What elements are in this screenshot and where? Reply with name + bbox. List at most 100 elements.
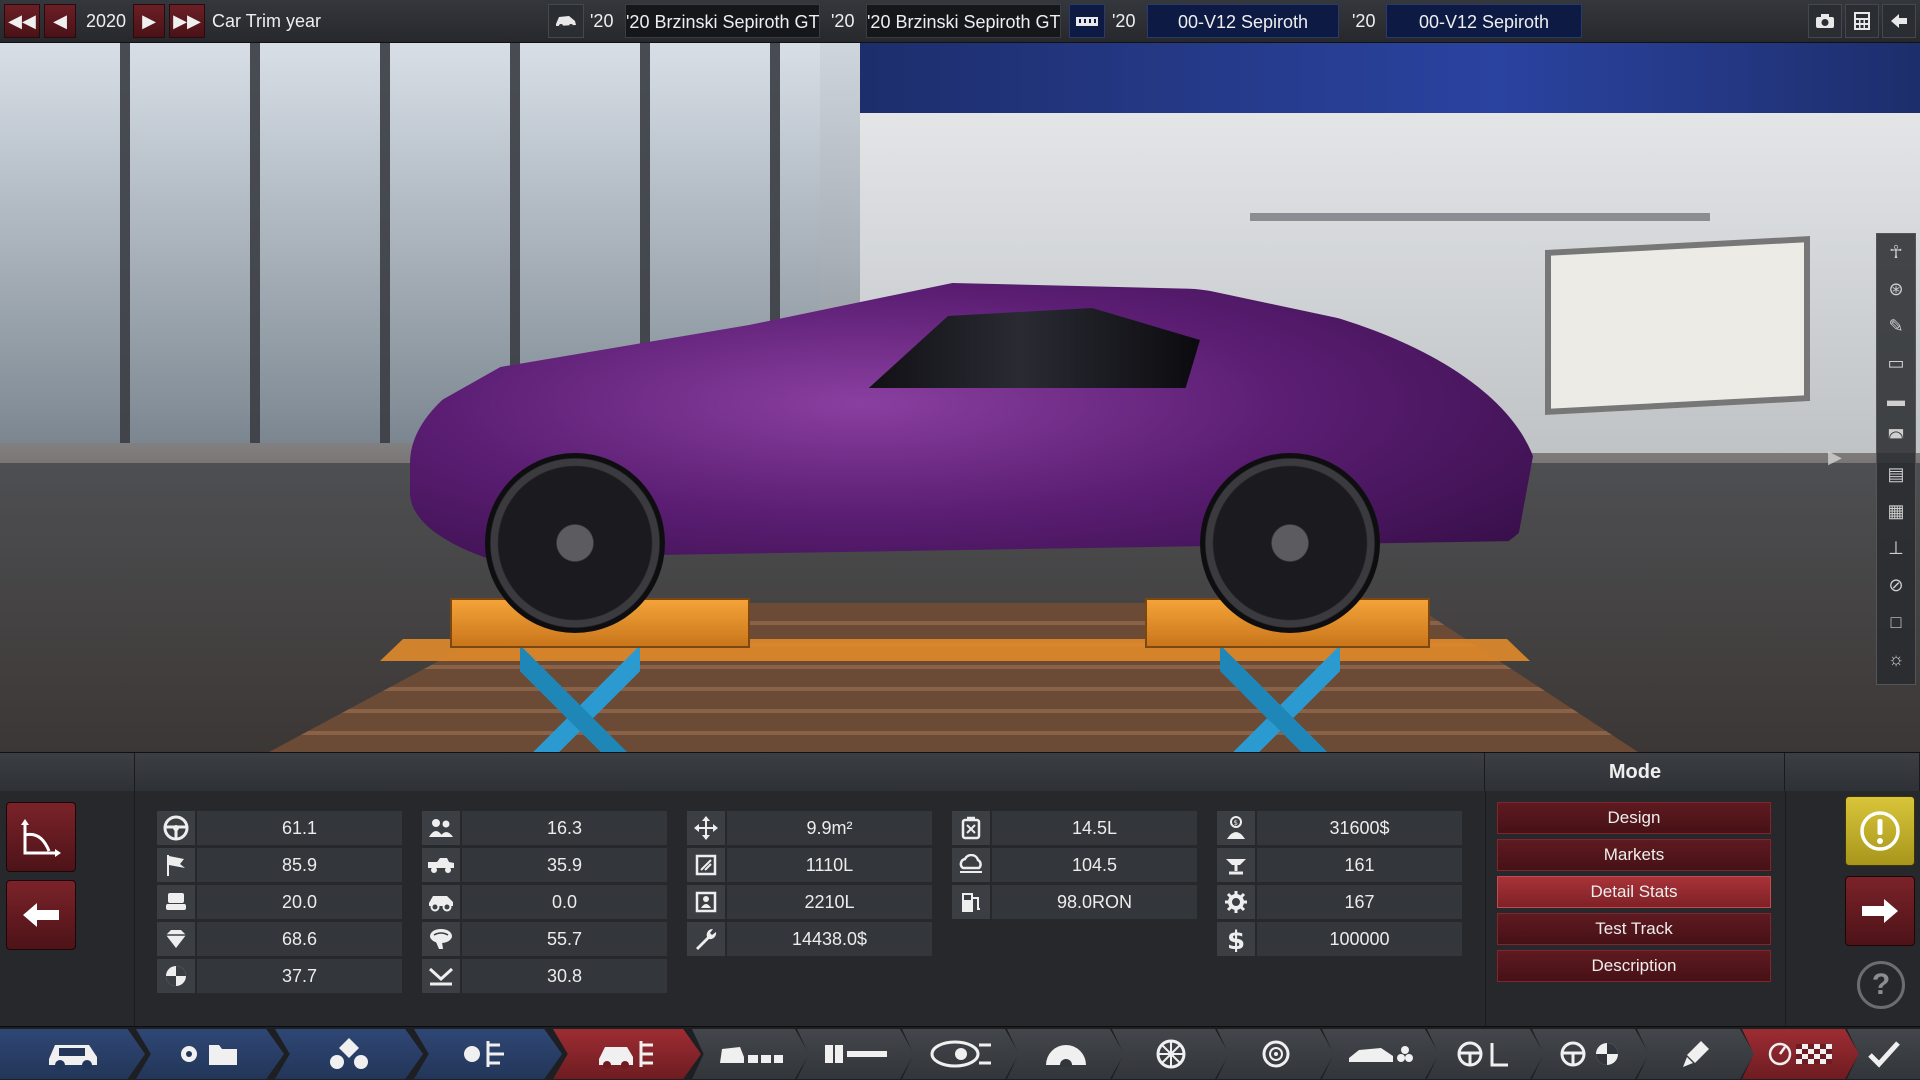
stat-value: 14.5L <box>992 811 1197 845</box>
car-viewport[interactable]: ▶ ☥ ⊛ ✎ ▭ ▬ ◚ ▤ ▦ ⊥ ⊘ □ ☼ <box>0 43 1920 752</box>
svg-text:$: $ <box>1234 819 1238 827</box>
next-button[interactable] <box>1845 876 1915 946</box>
left-arrow-icon <box>23 903 59 927</box>
nav-engine-fixture[interactable] <box>414 1029 562 1079</box>
seats-icon <box>719 1047 783 1063</box>
stat-value: 9.9m² <box>727 811 932 845</box>
emissions-cloud-icon <box>952 848 992 882</box>
body-view-icon[interactable]: ▬ <box>1877 382 1915 419</box>
nav-interior[interactable] <box>692 1029 809 1079</box>
model-selector-button[interactable] <box>548 4 584 38</box>
no-background-icon[interactable]: ⊘ <box>1877 567 1915 604</box>
front-wheel <box>485 453 665 633</box>
stat-value: 20.0 <box>197 885 402 919</box>
nav-lights[interactable] <box>902 1029 1019 1079</box>
scissor-lift-front <box>520 648 640 752</box>
nav-brakes[interactable] <box>1217 1029 1334 1079</box>
right-controls: ? <box>1785 791 1920 1027</box>
stat-value: 100000 <box>1257 922 1462 956</box>
top-bar: ◀◀ ◀ 2020 ▶ ▶▶ Car Trim year '20 '20 Brz… <box>0 0 1920 43</box>
stat-production-units: 161 <box>1217 848 1462 882</box>
nav-wheels[interactable] <box>1112 1029 1229 1079</box>
brake-disc-icon <box>1262 1040 1289 1068</box>
wheel-icon <box>1156 1039 1185 1069</box>
nav-car-models[interactable] <box>0 1029 145 1079</box>
stat-value: 2210L <box>727 885 932 919</box>
nav-aero[interactable] <box>1007 1029 1124 1079</box>
year-fast-back-button[interactable]: ◀◀ <box>4 4 40 38</box>
stat-value: 61.1 <box>197 811 402 845</box>
trim-year: '20 <box>831 11 855 31</box>
nav-gearing[interactable] <box>1532 1029 1649 1079</box>
paint-icon[interactable]: ✎ <box>1877 308 1915 345</box>
nav-paint[interactable] <box>1322 1029 1439 1079</box>
driver-toggle-icon[interactable]: ☥ <box>1877 234 1915 271</box>
mode-markets-button[interactable]: Markets <box>1497 839 1771 871</box>
year-forward-button[interactable]: ▶ <box>133 4 165 38</box>
camera-angle-button[interactable] <box>6 802 76 872</box>
mode-description-button[interactable]: Description <box>1497 950 1771 982</box>
stat-value: 85.9 <box>197 848 402 882</box>
interior-icon[interactable]: ▤ <box>1877 456 1915 493</box>
wheel-view-icon[interactable]: ⊛ <box>1877 271 1915 308</box>
car-paint-icon <box>1348 1046 1413 1062</box>
stat-value: 0.0 <box>462 885 667 919</box>
stat-value: 55.7 <box>462 922 667 956</box>
stat-price: $31600$ <box>1217 811 1462 845</box>
nav-testing[interactable] <box>1742 1029 1859 1079</box>
car-parts-icon <box>599 1041 653 1069</box>
calculator-icon <box>1854 12 1870 30</box>
exit-button[interactable] <box>1882 4 1916 38</box>
steering-balance-icon <box>1560 1041 1618 1067</box>
screenshot-button[interactable] <box>1808 4 1842 38</box>
stat-value: 161 <box>1257 848 1462 882</box>
warnings-button[interactable] <box>1845 796 1915 866</box>
stats-header <box>135 753 1485 791</box>
year-value: 2020 <box>86 11 127 31</box>
checkmark-icon <box>1867 1041 1900 1068</box>
engine-selector-button[interactable] <box>1069 4 1105 38</box>
design-board <box>1545 236 1810 415</box>
expand-toolbar-arrow-icon[interactable]: ▶ <box>1828 447 1856 471</box>
wall-banner <box>860 43 1920 113</box>
axis-angle-icon <box>21 819 61 857</box>
year-back-button[interactable]: ◀ <box>44 4 76 38</box>
scissor-lift-rear <box>1220 648 1340 752</box>
designer-navigation <box>0 1026 1920 1080</box>
variant-name-field[interactable]: 00-V12 Sepiroth <box>1386 4 1582 38</box>
year-fast-forward-button[interactable]: ▶▶ <box>169 4 205 38</box>
nav-engineering[interactable] <box>275 1029 423 1079</box>
lift-toggle-icon[interactable]: ⊥ <box>1877 530 1915 567</box>
chassis-view-icon[interactable]: ▭ <box>1877 345 1915 382</box>
stat-prestige: 68.6 <box>157 922 402 956</box>
back-button[interactable] <box>6 880 76 950</box>
engine-name-field[interactable]: 00-V12 Sepiroth <box>1147 4 1339 38</box>
nav-body-design[interactable] <box>553 1029 701 1079</box>
light-bulb-icon[interactable]: ☼ <box>1877 641 1915 678</box>
nav-fixtures[interactable] <box>797 1029 914 1079</box>
view-options-toolbar: ☥ ⊛ ✎ ▭ ▬ ◚ ▤ ▦ ⊥ ⊘ □ ☼ <box>1876 233 1916 685</box>
nav-suspension-tuning[interactable] <box>1427 1029 1544 1079</box>
pie-chart-icon <box>157 959 197 993</box>
double-left-arrow-icon: ◀◀ <box>8 10 36 31</box>
calculator-button[interactable] <box>1845 4 1879 38</box>
mode-detail-stats-button[interactable]: Detail Stats <box>1497 876 1771 908</box>
help-button[interactable]: ? <box>1857 961 1905 1009</box>
downforce-icon <box>422 959 462 993</box>
dollar-icon: $ <box>1217 922 1257 956</box>
left-arrow-icon: ◀ <box>53 10 67 31</box>
rear-wheel <box>1200 453 1380 633</box>
model-name-field[interactable]: '20 Brzinski Sepiroth GT <box>625 4 820 38</box>
stat-emissions: 104.5 <box>952 848 1197 882</box>
exclamation-icon <box>1860 811 1900 851</box>
car-shell-icon[interactable]: ◚ <box>1877 419 1915 456</box>
engine-view-icon[interactable]: ▦ <box>1877 493 1915 530</box>
stat-value: 14438.0$ <box>727 922 932 956</box>
mode-test-track-button[interactable]: Test Track <box>1497 913 1771 945</box>
mode-design-button[interactable]: Design <box>1497 802 1771 834</box>
double-right-arrow-icon: ▶▶ <box>173 10 201 31</box>
nav-chassis-body[interactable] <box>136 1029 284 1079</box>
nav-design-tweaks[interactable] <box>1637 1029 1754 1079</box>
frame-icon[interactable]: □ <box>1877 604 1915 641</box>
trim-name-field[interactable]: '20 Brzinski Sepiroth GT <box>866 4 1061 38</box>
